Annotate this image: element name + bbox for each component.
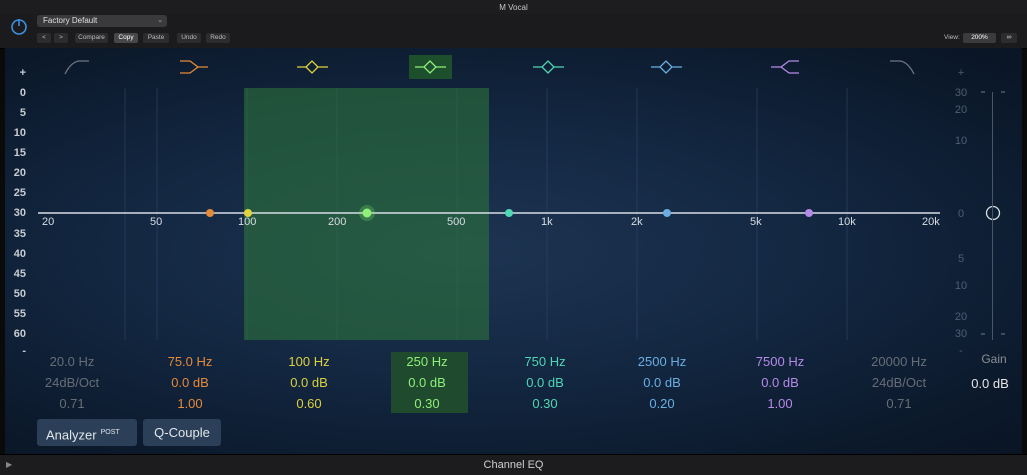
- high-cut-icon[interactable]: [881, 55, 924, 79]
- band-handle-5: [505, 209, 513, 217]
- db-left-55: 55: [13, 308, 26, 320]
- band-2-params[interactable]: 75.0 Hz 0.0 dB 1.00: [140, 351, 240, 414]
- freq-label-50: 50: [150, 216, 163, 228]
- db-left-25: 25: [13, 187, 26, 199]
- gain-label: Gain: [981, 352, 1007, 366]
- db-left-45: 45: [13, 268, 26, 280]
- db-right-20-top: 20: [954, 104, 968, 116]
- freq-label-200: 200: [328, 216, 347, 228]
- db-left-20: 20: [13, 167, 26, 179]
- db-left-60: 60: [13, 328, 26, 340]
- db-left-5: 5: [19, 107, 26, 119]
- band-3-params[interactable]: 100 Hz 0.0 dB 0.60: [259, 351, 359, 414]
- band-3-q[interactable]: 0.60: [259, 393, 359, 414]
- analyzer-label: Analyzer: [46, 427, 97, 443]
- band-8-q[interactable]: 0.71: [849, 393, 949, 414]
- band-4-gain[interactable]: 0.0 dB: [377, 372, 477, 393]
- bell-icon-band-4[interactable]: [409, 55, 452, 79]
- band-handle-6: [663, 209, 671, 217]
- db-right-10-top: 10: [954, 135, 968, 147]
- bell-icon-band-3[interactable]: [291, 55, 334, 79]
- analyzer-button[interactable]: Analyzer POST: [37, 419, 137, 446]
- freq-label-20k: 20k: [922, 216, 940, 228]
- freq-label-20: 20: [42, 216, 55, 228]
- freq-label-2k: 2k: [631, 216, 643, 228]
- low-shelf-icon[interactable]: [172, 55, 215, 79]
- freq-label-5k: 5k: [750, 216, 762, 228]
- bell-icon-band-5[interactable]: [527, 55, 570, 79]
- db-right-5: 5: [957, 253, 965, 265]
- band-4-params[interactable]: 250 Hz 0.0 dB 0.30: [377, 351, 477, 414]
- band-1-q[interactable]: 0.71: [22, 393, 122, 414]
- db-left-35: 35: [13, 228, 26, 240]
- db-right-0: 0: [957, 208, 965, 220]
- band-1-freq[interactable]: 20.0 Hz: [22, 351, 122, 372]
- band-2-gain[interactable]: 0.0 dB: [140, 372, 240, 393]
- band-3-freq[interactable]: 100 Hz: [259, 351, 359, 372]
- freq-label-1k: 1k: [541, 216, 553, 228]
- band-7-params[interactable]: 7500 Hz 0.0 dB 1.00: [730, 351, 830, 414]
- band-6-freq[interactable]: 2500 Hz: [612, 351, 712, 372]
- band-7-gain[interactable]: 0.0 dB: [730, 372, 830, 393]
- gain-value[interactable]: 0.0 dB: [965, 376, 1015, 391]
- band-5-freq[interactable]: 750 Hz: [495, 351, 595, 372]
- band-8-params[interactable]: 20000 Hz 24dB/Oct 0.71: [849, 351, 949, 414]
- db-left-15: 15: [13, 147, 26, 159]
- band-1-gain[interactable]: 24dB/Oct: [22, 372, 122, 393]
- bell-icon-band-6[interactable]: [645, 55, 688, 79]
- gain-slider-track[interactable]: [992, 92, 993, 340]
- band-handle-4: [362, 208, 372, 218]
- band-2-freq[interactable]: 75.0 Hz: [140, 351, 240, 372]
- band-4-freq[interactable]: 250 Hz: [377, 351, 477, 372]
- band-6-gain[interactable]: 0.0 dB: [612, 372, 712, 393]
- plugin-name: Channel EQ: [483, 459, 544, 471]
- db-right-30: 30: [954, 328, 968, 340]
- db-plus-right: +: [957, 67, 965, 79]
- band-handle-2: [206, 209, 214, 217]
- freq-label-10k: 10k: [838, 216, 856, 228]
- band-3-gain[interactable]: 0.0 dB: [259, 372, 359, 393]
- db-right-30-top: 30: [954, 87, 968, 99]
- band-2-q[interactable]: 1.00: [140, 393, 240, 414]
- band-5-params[interactable]: 750 Hz 0.0 dB 0.30: [495, 351, 595, 414]
- plugin-footer: ▶ Channel EQ: [0, 454, 1027, 475]
- low-cut-icon[interactable]: [55, 55, 98, 79]
- band-5-q[interactable]: 0.30: [495, 393, 595, 414]
- db-left-10: 10: [13, 127, 26, 139]
- db-left-0: 0: [19, 87, 26, 99]
- band-7-freq[interactable]: 7500 Hz: [730, 351, 830, 372]
- db-minus-right: -: [959, 345, 963, 357]
- db-left-40: 40: [13, 248, 26, 260]
- gain-slider-knob: [985, 205, 1001, 221]
- band-handle-7: [805, 209, 813, 217]
- band-8-gain[interactable]: 24dB/Oct: [849, 372, 949, 393]
- band-5-gain[interactable]: 0.0 dB: [495, 372, 595, 393]
- disclosure-triangle-icon[interactable]: ▶: [6, 455, 12, 475]
- band-1-params[interactable]: 20.0 Hz 24dB/Oct 0.71: [22, 351, 122, 414]
- high-shelf-icon[interactable]: [763, 55, 806, 79]
- q-couple-button[interactable]: Q-Couple: [143, 419, 221, 446]
- band-6-params[interactable]: 2500 Hz 0.0 dB 0.20: [612, 351, 712, 414]
- analyzer-post-badge: POST: [100, 429, 120, 436]
- band-4-q[interactable]: 0.30: [377, 393, 477, 414]
- band-8-freq[interactable]: 20000 Hz: [849, 351, 949, 372]
- db-plus-left: +: [19, 67, 26, 79]
- db-right-10: 10: [954, 280, 968, 292]
- freq-label-500: 500: [447, 216, 466, 228]
- band-6-q[interactable]: 0.20: [612, 393, 712, 414]
- db-right-20: 20: [954, 311, 968, 323]
- db-left-30: 30: [13, 207, 26, 219]
- band-7-q[interactable]: 1.00: [730, 393, 830, 414]
- freq-label-100: 100: [238, 216, 257, 228]
- db-left-50: 50: [13, 288, 26, 300]
